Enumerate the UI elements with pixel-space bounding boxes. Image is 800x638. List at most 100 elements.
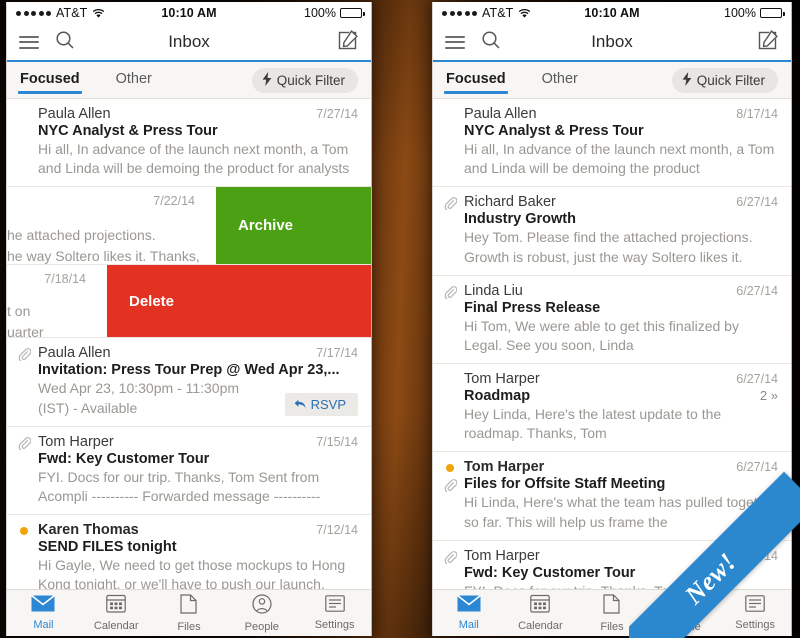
- tab-files[interactable]: Files: [576, 593, 648, 633]
- mail-list-item[interactable]: Tom Harper 6/27/14 Fwd: Key Customer Tou…: [433, 540, 791, 589]
- mail-list-item-swiped-delete[interactable]: Delete 7/18/14 t on uarter: [7, 265, 371, 339]
- mail-preview-line-1: he attached projections.: [7, 227, 156, 244]
- file-page-icon: [603, 593, 621, 619]
- mail-sender: Paula Allen: [464, 106, 537, 122]
- mail-subject: Fwd: Key Customer Tour: [464, 564, 636, 581]
- filter-bar-right: Focused Other Quick Filter: [433, 62, 791, 99]
- tab-calendar[interactable]: Calendar: [80, 594, 153, 632]
- mail-preview-line-1: t on: [7, 303, 31, 320]
- rsvp-button[interactable]: RSVP: [284, 392, 358, 416]
- mail-sender: Tom Harper: [464, 459, 545, 476]
- tab-other[interactable]: Other: [116, 71, 152, 90]
- hamburger-menu-icon[interactable]: [19, 35, 39, 49]
- mail-date: 6/27/14: [736, 460, 778, 475]
- mail-preview: Hey Tom. Please find the attached projec…: [464, 229, 753, 265]
- mail-preview: FYI. Docs for our trip. Thanks, Tom Sent…: [38, 468, 321, 504]
- mail-list-right[interactable]: Paula Allen 8/17/14 NYC Analyst & Press …: [433, 99, 791, 589]
- mail-subject: NYC Analyst & Press Tour: [38, 123, 218, 139]
- attachment-clip-icon: [444, 285, 458, 301]
- quick-filter-button[interactable]: Quick Filter: [251, 67, 358, 93]
- mail-list-item[interactable]: Karen Thomas 7/12/14 SEND FILES tonight …: [7, 515, 371, 589]
- filter-bar-left: Focused Other Quick Filter: [7, 62, 371, 99]
- tab-people[interactable]: People: [648, 593, 720, 633]
- tab-label: People: [666, 620, 701, 633]
- search-icon[interactable]: [55, 30, 75, 55]
- tab-other[interactable]: Other: [542, 71, 578, 90]
- search-icon[interactable]: [481, 30, 501, 55]
- mail-list-left[interactable]: Paula Allen 7/27/14 NYC Analyst & Press …: [7, 99, 371, 589]
- tab-calendar[interactable]: Calendar: [505, 594, 577, 632]
- compose-icon[interactable]: [758, 29, 779, 55]
- tab-label: Files: [177, 620, 201, 633]
- tab-label: Calendar: [518, 620, 563, 632]
- mail-list-item[interactable]: Tom Harper 7/15/14 Fwd: Key Customer Tou…: [7, 426, 371, 516]
- tab-people[interactable]: People: [225, 593, 298, 633]
- compose-icon[interactable]: [338, 29, 359, 55]
- mail-list-item[interactable]: Paula Allen 7/17/14 Invitation: Press To…: [7, 338, 371, 427]
- tab-mail[interactable]: Mail: [433, 594, 505, 631]
- tab-files[interactable]: Files: [153, 593, 226, 633]
- reply-arrow-icon: [294, 397, 306, 412]
- lightning-bolt-icon: [262, 71, 272, 89]
- mail-envelope-icon: [31, 594, 56, 617]
- mail-subject: SEND FILES tonight: [38, 539, 177, 556]
- mail-sender: Paula Allen: [38, 106, 111, 122]
- mail-list-item[interactable]: Paula Allen 8/17/14 NYC Analyst & Press …: [433, 99, 791, 188]
- mail-date: 8/17/14: [736, 107, 778, 121]
- attachment-clip-icon: [444, 197, 458, 213]
- tab-settings[interactable]: Settings: [298, 595, 371, 631]
- mail-preview: Hi Linda, Here's what the team has pulle…: [464, 494, 778, 530]
- tab-label: People: [244, 620, 279, 633]
- hamburger-menu-icon[interactable]: [445, 35, 465, 49]
- archive-action-button[interactable]: Archive: [216, 187, 371, 265]
- mail-date: 7/18/14: [44, 272, 86, 287]
- mail-envelope-icon: [456, 594, 481, 617]
- mail-preview: Hey Linda, Here's the latest update to t…: [464, 406, 722, 442]
- status-bar-left: AT&T 10:10 AM 100%: [7, 2, 371, 24]
- calendar-icon: [530, 594, 551, 618]
- tab-label: Mail: [33, 619, 54, 631]
- mail-sender: Linda Liu: [464, 282, 523, 299]
- mail-subject: Roadmap 2 »: [464, 388, 778, 404]
- archive-action-label: Archive: [238, 217, 294, 235]
- tab-bar-left: Mail Calendar Files People Settings: [7, 589, 371, 636]
- mail-list-item-swiped-archive[interactable]: Archive 7/22/14 he attached projections.…: [7, 187, 371, 266]
- mail-subject-text: Roadmap: [464, 388, 531, 405]
- mail-date: 7/22/14: [153, 194, 195, 209]
- mail-subject: Final Press Release: [464, 299, 601, 316]
- mail-preview: Hi Gayle, We need to get those mockups t…: [38, 557, 346, 589]
- mail-subject: Files for Offsite Staff Meeting: [464, 476, 666, 493]
- tab-focused[interactable]: Focused: [18, 71, 82, 94]
- mail-list-item[interactable]: Tom Harper 6/27/14 Files for Offsite Sta…: [433, 452, 791, 541]
- tab-label: Mail: [458, 619, 479, 631]
- mail-sender: Tom Harper: [38, 433, 114, 450]
- mail-preview: Wed Apr 23, 10:30pm - 11:30pm (IST) - Av…: [38, 380, 240, 416]
- person-circle-icon: [252, 593, 272, 619]
- tab-settings[interactable]: Settings: [719, 595, 791, 631]
- mail-preview: Hi all, In advance of the launch next mo…: [38, 141, 350, 177]
- quick-filter-label: Quick Filter: [696, 72, 765, 88]
- nav-bar-left: Inbox: [7, 24, 371, 62]
- tab-label: Files: [600, 620, 624, 633]
- mail-list-item[interactable]: Paula Allen 7/27/14 NYC Analyst & Press …: [7, 99, 371, 188]
- mail-list-item[interactable]: Richard Baker 6/27/14 Industry Growth He…: [433, 187, 791, 276]
- delete-action-button[interactable]: Delete: [107, 265, 371, 338]
- attachment-clip-icon: [444, 479, 458, 495]
- tab-focused[interactable]: Focused: [444, 71, 508, 94]
- settings-list-icon: [324, 595, 345, 617]
- mail-date: 7/15/14: [316, 434, 358, 449]
- mail-list-item[interactable]: Linda Liu 6/27/14 Final Press Release Hi…: [433, 275, 791, 365]
- mail-date: 6/27/14: [736, 195, 778, 210]
- battery-full-icon: [340, 8, 365, 18]
- mail-list-item[interactable]: Tom Harper 6/27/14 Roadmap 2 » Hey Linda…: [433, 364, 791, 453]
- tab-label: Settings: [314, 619, 355, 631]
- attachment-clip-icon: [444, 550, 458, 566]
- mail-date: 7/27/14: [316, 107, 358, 121]
- quick-filter-button[interactable]: Quick Filter: [671, 67, 778, 93]
- tab-label: Settings: [735, 619, 776, 631]
- mail-date: 6/27/14: [736, 283, 778, 298]
- unread-dot-icon: [20, 527, 28, 536]
- tab-mail[interactable]: Mail: [7, 594, 80, 631]
- person-circle-icon: [673, 593, 694, 619]
- mail-subject: Industry Growth: [464, 211, 576, 228]
